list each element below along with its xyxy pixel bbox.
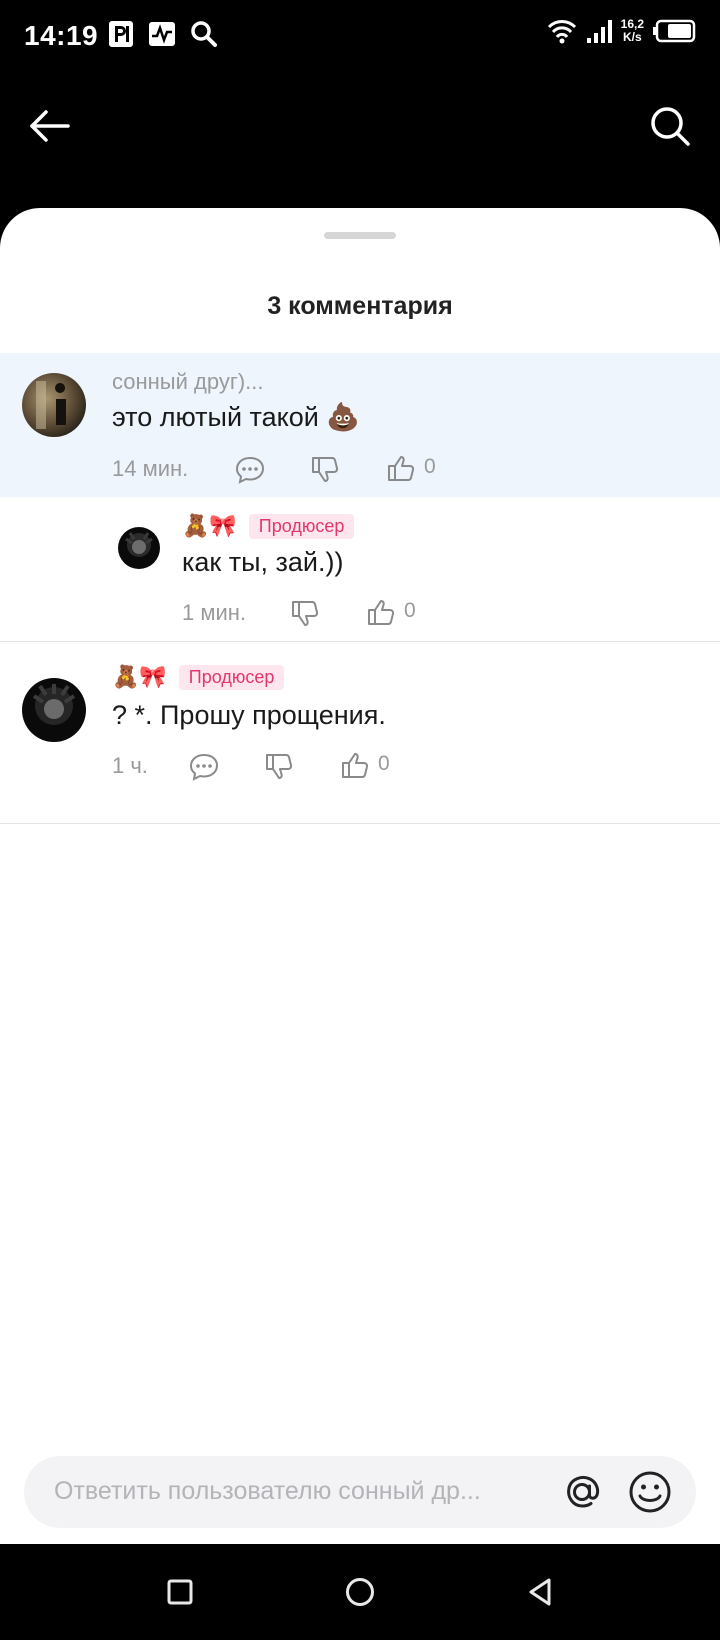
author-row: 🧸🎀 Продюсер	[182, 511, 355, 541]
status-icons-left	[108, 20, 218, 48]
search-icon[interactable]	[646, 102, 694, 150]
comment-text: как ты, зай.))	[182, 547, 344, 577]
comment-item: 🧸🎀 Продюсер ? *. Прошу прощения. 1 ч. 0	[0, 642, 720, 824]
status-bar: 14:19 16,2 K/s	[0, 0, 720, 74]
avatar[interactable]	[118, 527, 160, 569]
avatar-image	[22, 678, 86, 742]
back-triangle-icon[interactable]	[518, 1570, 562, 1614]
comment-time: 1 ч.	[112, 753, 148, 778]
author-row: сонный друг)...	[112, 367, 264, 397]
producer-badge: Продюсер	[248, 513, 355, 539]
like-count: 0	[378, 752, 390, 775]
like-count: 0	[424, 455, 436, 478]
battery-icon	[653, 19, 696, 43]
comment-time: 1 мин.	[182, 600, 247, 625]
like-count: 0	[404, 599, 416, 622]
speed-unit: K/s	[622, 30, 642, 44]
signal-icon	[586, 20, 612, 43]
reply-icon[interactable]	[234, 453, 266, 485]
author-emoji[interactable]: 🧸🎀	[112, 664, 167, 690]
like-icon[interactable]	[340, 750, 372, 782]
network-speed: 16,2 K/s	[621, 18, 644, 44]
avatar[interactable]	[22, 678, 86, 742]
comment-item: сонный друг)... это лютый такой 💩 14 мин…	[0, 353, 720, 497]
author-name[interactable]: сонный друг)...	[112, 369, 264, 395]
comment-text: это лютый такой 💩	[112, 402, 360, 432]
author-row: 🧸🎀 Продюсер	[112, 662, 285, 692]
search-icon	[191, 21, 217, 47]
author-emoji[interactable]: 🧸🎀	[182, 513, 237, 539]
like-icon[interactable]	[386, 453, 418, 485]
producer-badge: Продюсер	[178, 664, 285, 690]
mention-icon[interactable]	[558, 1468, 606, 1516]
app-bar	[0, 74, 720, 204]
avatar-image	[22, 373, 86, 437]
drag-handle[interactable]	[324, 232, 396, 239]
comment-actions: 14 мин. 0	[112, 449, 442, 489]
reply-input-bar[interactable]: Ответить пользователю сонный др...	[24, 1456, 696, 1528]
recents-square-icon[interactable]	[158, 1570, 202, 1614]
back-arrow-icon[interactable]	[26, 102, 74, 150]
comment-time: 14 мин.	[112, 456, 189, 481]
activity-icon	[149, 22, 175, 46]
like-icon[interactable]	[366, 597, 398, 629]
status-time: 14:19	[24, 20, 99, 51]
comment-actions: 1 ч. 0	[112, 746, 402, 786]
home-circle-icon[interactable]	[338, 1570, 382, 1614]
emoji-icon[interactable]	[626, 1468, 674, 1516]
avatar[interactable]	[22, 373, 86, 437]
avatar-image	[118, 527, 160, 569]
parking-icon	[109, 21, 133, 47]
status-icons-right: 16,2 K/s	[547, 18, 696, 44]
dislike-icon[interactable]	[310, 453, 342, 485]
dislike-icon[interactable]	[290, 597, 322, 629]
comment-actions: 1 мин. 0	[182, 593, 432, 633]
dislike-icon[interactable]	[264, 750, 296, 782]
comments-sheet: 3 комментария сонный друг)... это лютый …	[0, 208, 720, 1544]
reply-icon[interactable]	[188, 750, 220, 782]
reply-input[interactable]: Ответить пользователю сонный др...	[54, 1477, 481, 1506]
comment-reply-item: 🧸🎀 Продюсер как ты, зай.)) 1 мин. 0	[0, 497, 720, 642]
system-nav-bar	[0, 1544, 720, 1640]
wifi-icon	[547, 20, 576, 44]
comment-text: ? *. Прошу прощения.	[112, 700, 386, 730]
comments-count-title: 3 комментария	[267, 292, 453, 320]
